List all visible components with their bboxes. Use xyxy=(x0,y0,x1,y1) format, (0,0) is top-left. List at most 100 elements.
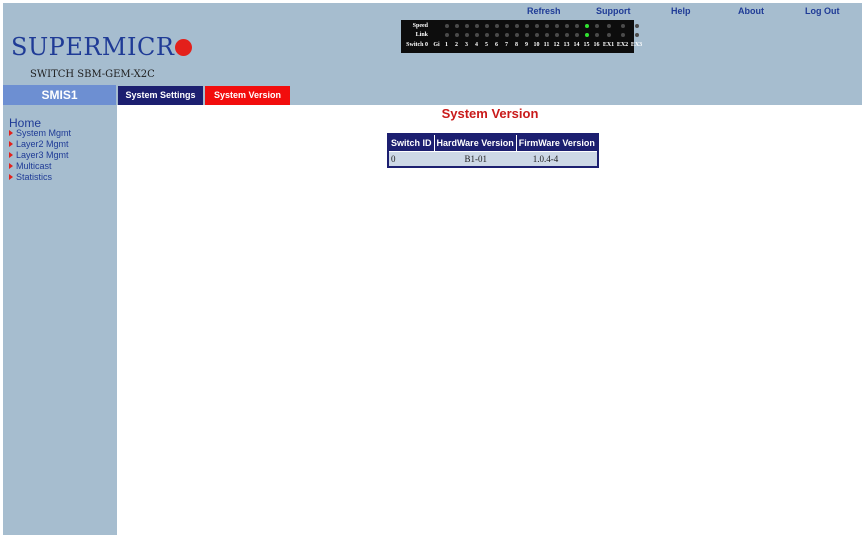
link-led-icon xyxy=(582,30,592,40)
logo-red-dot xyxy=(175,39,193,56)
port-led-icon xyxy=(454,23,459,28)
red-arrow-icon xyxy=(9,141,13,147)
sidebar-item-label: Layer2 Mgmt xyxy=(16,139,69,149)
header-firmware-version: FirmWare Version xyxy=(515,133,599,152)
header-hardware-version: HardWare Version xyxy=(433,133,517,152)
sidebar-item-label: System Mgmt xyxy=(16,128,72,138)
link-led-icon xyxy=(602,30,616,40)
port-led-icon xyxy=(484,23,489,28)
port-led-icon xyxy=(606,32,611,37)
help-link[interactable]: Help xyxy=(671,6,691,16)
port-number-label: 16 xyxy=(593,42,600,48)
sidebar-item-label: Layer3 Mgmt xyxy=(16,150,69,160)
switch-id-cell: 0 xyxy=(388,151,435,167)
port-led-icon xyxy=(544,23,549,28)
port-number-label: 15 xyxy=(583,42,590,48)
link-led-icon xyxy=(522,30,532,40)
log-out-link[interactable]: Log Out xyxy=(805,6,840,16)
smis1-title: SMIS1 xyxy=(3,85,116,105)
port-led-icon xyxy=(620,32,625,37)
link-led-icon xyxy=(552,30,562,40)
sidebar-item-layer3-mgmt[interactable]: Layer3 Mgmt xyxy=(9,150,69,160)
port-number-label: EX3 xyxy=(630,42,643,48)
link-led-icon xyxy=(472,30,482,40)
link-led-icon xyxy=(482,30,492,40)
table-row: 0 B1-01 1.0.4-4 xyxy=(388,151,599,167)
port-number-label: 2 xyxy=(455,42,458,48)
port-number-label: 9 xyxy=(525,42,528,48)
port-led-icon xyxy=(544,32,549,37)
red-arrow-icon xyxy=(9,130,13,136)
sidebar-item-label: Statistics xyxy=(16,172,53,182)
link-led-icon xyxy=(562,30,572,40)
link-led-icon xyxy=(442,30,452,40)
port-led-icon xyxy=(444,32,449,37)
port-number-label: 7 xyxy=(505,42,508,48)
port-led-icon xyxy=(464,23,469,28)
link-led-icon xyxy=(616,30,630,40)
link-led-icon xyxy=(452,30,462,40)
link-led-icon xyxy=(532,30,542,40)
port-number-label: 5 xyxy=(485,42,488,48)
port-number-label: 11 xyxy=(543,42,550,48)
port-number-label: 3 xyxy=(465,42,468,48)
port-number-row: Switch 0 Gi 1 2 3 4 5 6 7 8 9 10 11 12 13 14 15 16 EX1 EX2… xyxy=(403,40,644,50)
link-label: Link xyxy=(415,32,428,38)
link-led-icon xyxy=(542,30,552,40)
header-switch-id: Switch ID xyxy=(387,133,435,152)
port-number-label: 12 xyxy=(553,42,560,48)
port-led-icon xyxy=(584,23,589,28)
tab-system-version[interactable]: System Version xyxy=(205,86,290,105)
sidebar-item-layer2-mgmt[interactable]: Layer2 Mgmt xyxy=(9,139,69,149)
switch-model-label: SWITCH SBM-GEM-X2C xyxy=(30,69,155,80)
sidebar-item-multicast[interactable]: Multicast xyxy=(9,161,52,171)
port-status-panel: Speed Link Switch 0 Gi 1 2 3 4 5 6 7 8 9 10 11 12 13 1… xyxy=(401,20,642,53)
supermicro-logo: SUPERMICR xyxy=(11,33,193,61)
red-arrow-icon xyxy=(9,174,13,180)
port-led-icon xyxy=(574,23,579,28)
port-led-icon xyxy=(494,23,499,28)
port-led-icon xyxy=(594,32,599,37)
page-title: System Version xyxy=(441,106,539,121)
port-number-label: 10 xyxy=(533,42,540,48)
port-led-icon xyxy=(634,32,639,37)
tab-system-settings[interactable]: System Settings xyxy=(118,86,203,105)
port-number-label: EX2 xyxy=(616,42,629,48)
port-number-label: 6 xyxy=(495,42,498,48)
sidebar-item-label: Multicast xyxy=(16,161,52,171)
port-led-icon xyxy=(620,23,625,28)
port-number-label: 4 xyxy=(475,42,478,48)
port-led-icon xyxy=(464,32,469,37)
port-led-icon xyxy=(504,32,509,37)
link-led-icon xyxy=(502,30,512,40)
port-led-icon xyxy=(564,23,569,28)
port-led-icon xyxy=(444,23,449,28)
port-led-icon xyxy=(514,23,519,28)
port-number-label: Gi xyxy=(433,42,440,48)
support-link[interactable]: Support xyxy=(596,6,631,16)
port-led-icon xyxy=(606,23,611,28)
red-arrow-icon xyxy=(9,152,13,158)
hardware-version-cell: B1-01 xyxy=(434,151,517,167)
port-number-label: 8 xyxy=(515,42,518,48)
about-link[interactable]: About xyxy=(738,6,764,16)
link-led-icon xyxy=(512,30,522,40)
port-led-icon xyxy=(524,32,529,37)
link-led-icon xyxy=(492,30,502,40)
port-led-icon xyxy=(554,32,559,37)
sidebar-item-system-mgmt[interactable]: System Mgmt xyxy=(9,128,71,138)
link-led-icon xyxy=(630,30,644,40)
link-row: Link xyxy=(403,30,644,40)
port-number-label: EX1 xyxy=(602,42,615,48)
link-led-icon xyxy=(592,30,602,40)
port-led-icon xyxy=(474,32,479,37)
refresh-link[interactable]: Refresh xyxy=(527,6,561,16)
port-led-icon xyxy=(564,32,569,37)
port-led-icon xyxy=(584,32,589,37)
sidebar-item-statistics[interactable]: Statistics xyxy=(9,172,52,182)
port-led-icon xyxy=(554,23,559,28)
red-arrow-icon xyxy=(9,163,13,169)
port-led-icon xyxy=(594,23,599,28)
port-led-icon xyxy=(534,23,539,28)
firmware-version-cell: 1.0.4-4 xyxy=(516,151,599,167)
